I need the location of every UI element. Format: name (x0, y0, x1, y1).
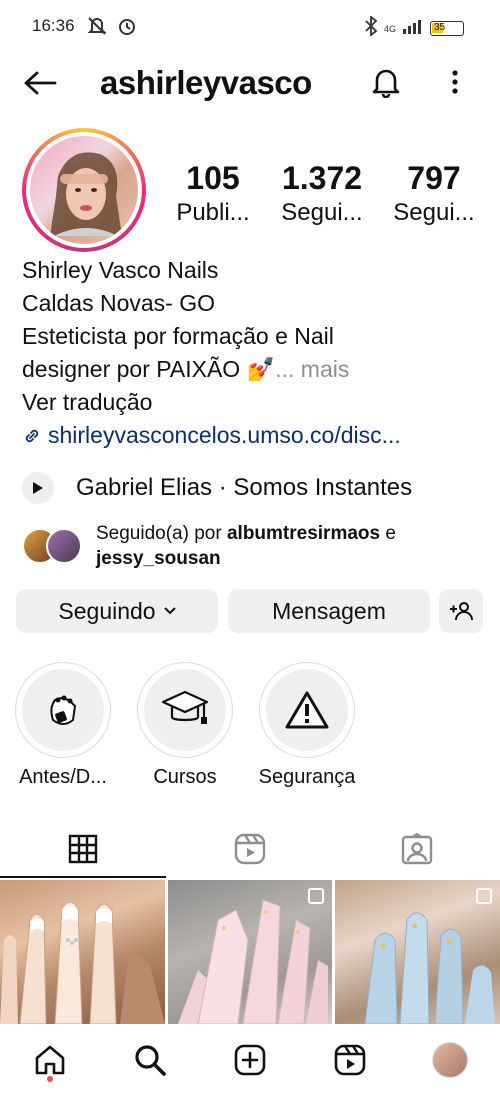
multiple-posts-icon (308, 888, 325, 904)
more-vertical-icon (452, 70, 458, 94)
following-button[interactable]: Seguindo (16, 589, 218, 633)
reels-icon (234, 833, 266, 865)
stat-followers-label: Segui... (281, 199, 363, 226)
status-time: 16:36 (32, 16, 75, 35)
back-button[interactable] (20, 66, 60, 100)
bell-icon (372, 69, 400, 98)
notifications-button[interactable] (368, 64, 404, 100)
bio-website-row[interactable]: shirleyvasconcelos.umso.co/disc... (22, 419, 492, 452)
tab-tagged[interactable] (334, 820, 500, 878)
grid-icon (68, 834, 98, 864)
network-label: 4G (383, 23, 396, 34)
active-tab-indicator (0, 876, 166, 878)
back-arrow-icon (24, 71, 57, 95)
play-button[interactable] (22, 472, 54, 504)
warning-icon (285, 691, 329, 729)
highlight-label: Antes/D... (19, 766, 107, 788)
stat-posts-value: 105 (186, 160, 240, 196)
stat-following-value: 797 (407, 160, 461, 196)
followed-by-text: Seguido(a) por albumtresirmaos e jessy_s… (96, 521, 396, 571)
bio-name: Shirley Vasco Nails (22, 257, 219, 283)
nav-home[interactable] (30, 1040, 70, 1080)
stat-posts[interactable]: 105 Publi... (160, 160, 266, 227)
nav-search[interactable] (130, 1040, 170, 1080)
bio-line-2-row: designer por PAIXÃO 💅... mais (22, 353, 492, 386)
nav-profile[interactable] (430, 1040, 470, 1080)
music-track: Gabriel Elias · Somos Instantes (76, 474, 413, 501)
bio-location: Caldas Novas- GO (22, 290, 216, 316)
bio-more-link[interactable]: ... mais (275, 356, 349, 382)
post-grid (0, 880, 500, 1024)
home-icon (35, 1045, 65, 1075)
search-icon (135, 1045, 166, 1076)
stat-followers[interactable]: 1.372 Segui... (266, 160, 378, 227)
stat-posts-label: Publi... (176, 199, 250, 226)
profile-username: ashirleyvasco (100, 64, 312, 101)
link-icon (25, 429, 39, 442)
bio-website-link[interactable]: shirleyvasconcelos.umso.co/disc... (48, 419, 401, 452)
signal-icon (402, 18, 424, 39)
see-translation-link[interactable]: Ver tradução (22, 386, 492, 419)
message-button[interactable]: Mensagem (228, 589, 430, 633)
follower-avatar-2 (46, 528, 82, 564)
highlight-seguranca[interactable]: Segurança (252, 662, 362, 789)
bottom-navigation (0, 1024, 500, 1111)
followed-by[interactable]: Seguido(a) por albumtresirmaos e jessy_s… (22, 520, 492, 572)
followed-by-user-1[interactable]: albumtresirmaos (227, 523, 380, 544)
profile-tabs (0, 820, 500, 878)
create-post-icon (234, 1044, 266, 1076)
highlight-cursos[interactable]: Cursos (130, 662, 240, 789)
post-thumbnail[interactable] (167, 880, 333, 1024)
nav-reels[interactable] (330, 1040, 370, 1080)
tab-posts-grid[interactable] (0, 820, 166, 878)
highlight-label: Cursos (153, 766, 217, 788)
add-person-icon (450, 602, 473, 621)
reels-icon (334, 1044, 366, 1076)
status-right: 4G 35 (364, 15, 464, 41)
followed-by-avatars (22, 528, 84, 564)
highlight-label: Segurança (258, 766, 356, 788)
profile-avatar-story-ring[interactable] (22, 128, 146, 252)
followed-by-prefix: Seguido(a) por (96, 523, 227, 544)
suggested-users-button[interactable] (439, 589, 483, 633)
profile-bio: Shirley Vasco Nails Caldas Novas- GO Est… (22, 254, 492, 452)
battery-icon: 35 (430, 21, 464, 36)
nav-create[interactable] (230, 1040, 270, 1080)
notification-dot (47, 1076, 53, 1082)
profile-header: ashirleyvasco (0, 56, 500, 112)
tab-reels[interactable] (167, 820, 333, 878)
stat-followers-value: 1.372 (281, 160, 363, 196)
profile-avatar-small (432, 1042, 468, 1078)
nail-hand-icon (50, 695, 77, 725)
profile-avatar (30, 136, 138, 244)
bio-line-1: Esteticista por formação e Nail (22, 323, 334, 349)
bio-line-2: designer por PAIXÃO 💅 (22, 356, 276, 382)
mute-icon (86, 15, 108, 37)
followed-by-joiner: e (380, 523, 396, 544)
battery-level: 35 (434, 22, 446, 33)
profile-stats: 105 Publi... 1.372 Segui... 797 Segui... (160, 160, 490, 227)
stat-following-label: Segui... (393, 199, 475, 226)
stat-following[interactable]: 797 Segui... (378, 160, 490, 227)
alarm-icon (116, 15, 138, 37)
story-highlights: Antes/D... Cursos Segurança (0, 662, 500, 792)
tagged-person-icon (401, 833, 433, 865)
chevron-down-icon (163, 607, 176, 615)
followed-by-user-2[interactable]: jessy_sousan (96, 548, 221, 569)
post-thumbnail[interactable] (335, 880, 500, 1024)
options-button[interactable] (440, 64, 470, 100)
highlight-antes-depois[interactable]: Antes/D... (8, 662, 118, 789)
status-bar: 16:36 4G 35 (0, 0, 500, 54)
play-icon (33, 482, 43, 494)
following-label: Seguindo (58, 597, 156, 624)
post-thumbnail[interactable] (0, 880, 165, 1024)
status-left-icons (86, 15, 138, 37)
graduation-cap-icon (161, 690, 209, 724)
profile-music[interactable]: Gabriel Elias · Somos Instantes (22, 470, 492, 506)
message-label: Mensagem (272, 597, 386, 624)
multiple-posts-icon (476, 888, 493, 904)
bluetooth-icon (364, 15, 378, 41)
profile-actions: Seguindo Mensagem (16, 589, 486, 633)
